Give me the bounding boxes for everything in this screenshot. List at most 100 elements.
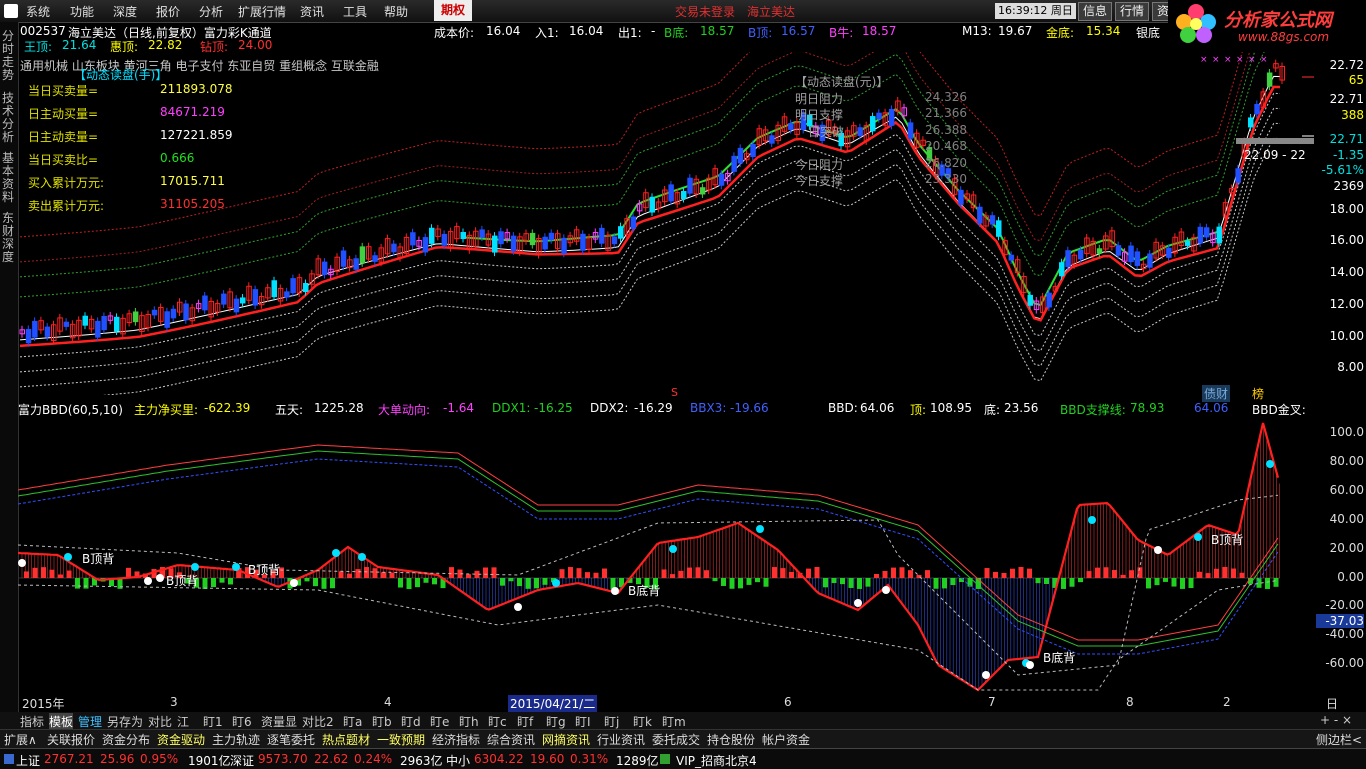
vip-server[interactable]: VIP_招商北京4 xyxy=(676,752,757,769)
candle xyxy=(303,283,309,293)
tab-technical[interactable]: 技术分析 xyxy=(2,92,16,144)
sz-label[interactable]: 深证 xyxy=(230,752,254,769)
tab-intraday[interactable]: 分时走势 xyxy=(2,30,16,82)
zx-change: 19.60 xyxy=(530,752,565,766)
candle xyxy=(1147,253,1153,268)
tab-1[interactable]: 模板 xyxy=(49,713,74,730)
tab-5[interactable]: 江 xyxy=(177,713,189,730)
candle xyxy=(1008,254,1015,261)
candle xyxy=(737,147,744,164)
candle xyxy=(321,261,328,276)
function-tab-4[interactable]: 主力轨迹 xyxy=(212,731,260,748)
b1-label: B底: xyxy=(664,26,689,40)
tab-18[interactable]: 盯I xyxy=(575,713,591,730)
tab-21[interactable]: 盯m xyxy=(662,713,686,730)
menu-analysis[interactable]: 分析 xyxy=(199,3,223,20)
tab-2[interactable]: 管理 xyxy=(78,713,102,730)
cost-label: 成本价: xyxy=(434,26,475,40)
tab-7[interactable]: 盯6 xyxy=(232,713,252,730)
menu-quotes[interactable]: 报价 xyxy=(156,3,180,20)
tab-20[interactable]: 盯k xyxy=(633,713,652,730)
bbx3-value: -19.66 xyxy=(730,401,769,415)
info-button[interactable]: 信息 xyxy=(1078,2,1113,21)
quotes-button[interactable]: 行情 xyxy=(1115,2,1150,21)
tab-13[interactable]: 盯e xyxy=(430,713,449,730)
tab-fundamentals[interactable]: 基本资料 xyxy=(2,152,16,204)
candle xyxy=(542,236,548,250)
menu-depth[interactable]: 深度 xyxy=(113,3,137,20)
zx-label[interactable]: 中小 xyxy=(446,752,470,769)
function-tab-bar: 扩展∧ 关联报价 资金分布 资金驱动 主力轨迹 逐笔委托 热点题材 一致预期 经济指标 综合资讯网… xyxy=(0,729,1366,748)
y-tick-label: 8.00 xyxy=(1337,360,1364,374)
candle xyxy=(441,233,448,246)
forecast-title: 【动态读盘(元)】 xyxy=(795,75,889,89)
sh-amount: 1901亿 xyxy=(188,754,231,768)
function-tab-5[interactable]: 逐笔委托 xyxy=(267,731,315,748)
tab-12[interactable]: 盯d xyxy=(401,713,421,730)
menu-system[interactable]: 系统 xyxy=(26,3,50,20)
candle xyxy=(750,144,756,157)
tab-11[interactable]: 盯b xyxy=(372,713,392,730)
tab-bar-controls[interactable]: + - × xyxy=(1320,713,1352,727)
tab-16[interactable]: 盯f xyxy=(517,713,533,730)
tab-19[interactable]: 盯j xyxy=(604,713,619,730)
function-tab-13[interactable]: 持仓股份 xyxy=(707,731,755,748)
menu-tools[interactable]: 工具 xyxy=(343,3,367,20)
readout-value: 211893.078 xyxy=(160,82,233,96)
function-tab-9[interactable]: 综合资讯 xyxy=(487,731,535,748)
tab-15[interactable]: 盯c xyxy=(488,713,507,730)
tab-6[interactable]: 盯1 xyxy=(203,713,223,730)
function-tab-12[interactable]: 委托成交 xyxy=(652,731,700,748)
candle xyxy=(668,184,674,202)
indicator-canvas[interactable] xyxy=(17,415,1318,695)
options-tab[interactable]: 期权 xyxy=(434,0,472,21)
ddx1-label: DDX1: xyxy=(492,401,531,415)
y-tick-label: -20.00 xyxy=(1325,598,1364,612)
b3-label: B牛: xyxy=(829,26,854,40)
b2-label: B顶: xyxy=(748,26,773,40)
tab-0[interactable]: 指标 xyxy=(20,713,44,730)
function-tab-11[interactable]: 行业资讯 xyxy=(597,731,645,748)
x-tick-label: 2 xyxy=(1223,695,1231,709)
candle xyxy=(1203,227,1210,238)
candle xyxy=(989,215,996,225)
candle xyxy=(788,123,794,130)
tab-10[interactable]: 盯a xyxy=(343,713,362,730)
function-tab-7[interactable]: 一致预期 xyxy=(377,731,425,748)
menu-extended[interactable]: 扩展行情 xyxy=(238,3,286,20)
candle xyxy=(1046,292,1052,308)
function-tab-14[interactable]: 帐户资金 xyxy=(762,731,810,748)
tab-4[interactable]: 对比 xyxy=(148,713,172,730)
function-tab-1[interactable]: 关联报价 xyxy=(47,731,95,748)
menu-help[interactable]: 帮助 xyxy=(384,3,408,20)
function-tab-8[interactable]: 经济指标 xyxy=(432,731,480,748)
app-icon[interactable] xyxy=(4,4,18,18)
function-tab-6[interactable]: 热点题材 xyxy=(322,731,370,748)
tab-17[interactable]: 盯g xyxy=(546,713,566,730)
function-tab-2[interactable]: 资金分布 xyxy=(102,731,150,748)
y-tick-label: 14.00 xyxy=(1329,265,1364,279)
signal-dot xyxy=(552,579,560,587)
rank-tag[interactable]: 榜 xyxy=(1252,385,1264,402)
menu-news[interactable]: 资讯 xyxy=(300,3,324,20)
sidebar-toggle[interactable]: 侧边栏< xyxy=(1316,731,1362,748)
bbd-indicator-chart[interactable] xyxy=(17,415,1318,695)
menu-function[interactable]: 功能 xyxy=(70,3,94,20)
function-tab-10[interactable]: 网摘资讯 xyxy=(542,731,590,748)
tab-8[interactable]: 资量显 xyxy=(261,713,297,730)
tab-9[interactable]: 对比2 xyxy=(302,713,334,730)
candle xyxy=(1134,251,1141,266)
connection-icon xyxy=(660,754,670,764)
sh-label[interactable]: 上证 xyxy=(16,752,40,769)
tab-3[interactable]: 另存为 xyxy=(107,713,143,730)
function-tab-3[interactable]: 资金驱动 xyxy=(157,731,205,748)
signal-dot xyxy=(156,574,164,582)
logo-title: 分析家公式网 xyxy=(1224,10,1332,31)
candle xyxy=(202,295,208,311)
debt-tag[interactable]: 债财 xyxy=(1202,385,1231,402)
readout-row: 日主动买量= 84671.219 xyxy=(28,105,268,128)
candle xyxy=(252,289,259,306)
function-tab-0[interactable]: 扩展∧ xyxy=(4,731,37,748)
tab-14[interactable]: 盯h xyxy=(459,713,479,730)
tab-eastmoney-depth[interactable]: 东财深度 xyxy=(2,212,16,264)
